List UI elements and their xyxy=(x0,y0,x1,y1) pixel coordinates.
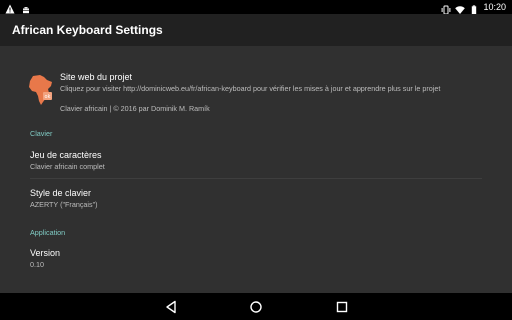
pref-character-set-summary: Clavier africain complet xyxy=(30,162,105,171)
status-time: 10:20 xyxy=(483,2,506,12)
pref-version-summary: 0.10 xyxy=(30,260,44,269)
divider xyxy=(30,178,482,179)
pref-version-title: Version xyxy=(30,248,61,258)
pref-keyboard-style-title: Style de clavier xyxy=(30,188,92,198)
category-application: Application xyxy=(30,228,66,237)
battery-icon xyxy=(469,2,479,15)
wifi-icon xyxy=(455,2,466,14)
status-right-icons: 10:20 xyxy=(441,1,506,15)
settings-list[interactable]: ok Site web du projet Cliquez pour visit… xyxy=(0,46,512,293)
recents-icon[interactable] xyxy=(334,299,350,315)
vibrate-icon xyxy=(441,2,451,15)
app-title: African Keyboard Settings xyxy=(12,23,163,37)
pref-version[interactable] xyxy=(24,242,488,274)
status-bar: 10:20 xyxy=(0,0,512,15)
header-summary: Cliquez pour visiter http://dominicweb.e… xyxy=(60,84,441,93)
back-icon[interactable] xyxy=(163,299,179,315)
pref-character-set[interactable] xyxy=(24,144,488,176)
pref-character-set-title: Jeu de caractères xyxy=(30,150,102,160)
pref-keyboard-style-summary: AZERTY ("Français") xyxy=(30,200,98,209)
header-copyright: Clavier africain | © 2016 par Dominik M.… xyxy=(60,104,210,113)
app-bar: African Keyboard Settings xyxy=(0,14,512,46)
android-debug-icon xyxy=(21,1,31,14)
category-clavier: Clavier xyxy=(30,129,53,138)
home-icon[interactable] xyxy=(248,299,264,315)
africa-keyboard-logo-icon: ok xyxy=(28,74,54,106)
warning-icon xyxy=(5,1,15,14)
header-title: Site web du projet xyxy=(60,72,133,82)
status-left-icons xyxy=(5,1,31,14)
navigation-bar xyxy=(0,293,512,320)
svg-text:ok: ok xyxy=(45,94,51,100)
